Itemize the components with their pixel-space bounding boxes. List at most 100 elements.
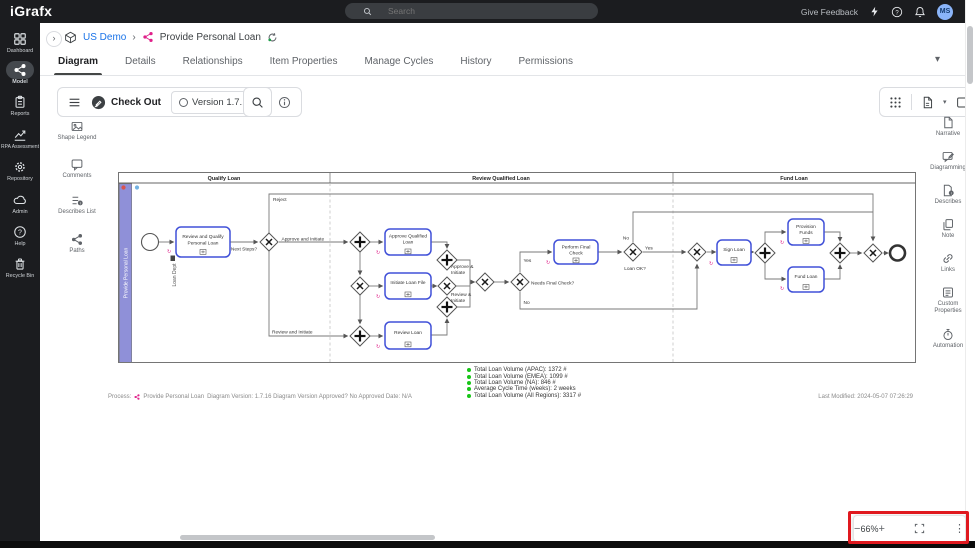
svg-text:Approve Qualified: Approve Qualified — [389, 234, 427, 240]
tab-permissions[interactable]: Permissions — [519, 50, 573, 76]
user-avatar[interactable]: MS — [937, 4, 953, 20]
tab-diagram[interactable]: Diagram — [58, 50, 98, 76]
svg-text:Funds: Funds — [799, 230, 813, 236]
resource-icon: ↻ — [376, 250, 380, 256]
lane-provide-personal-loan[interactable]: Provide Personal Loan — [119, 184, 132, 362]
diagram-search-button[interactable] — [243, 87, 272, 117]
subprocess-marker — [731, 258, 737, 263]
breadcrumb-root[interactable]: US Demo — [83, 32, 126, 43]
svg-text:Review and Initiate: Review and Initiate — [272, 330, 313, 336]
grid-view-icon[interactable] — [889, 96, 902, 109]
subprocess-marker — [405, 292, 411, 297]
rail-item-shape-legend[interactable]: Shape Legend — [55, 120, 99, 142]
fit-screen-icon[interactable] — [914, 523, 925, 534]
menu-icon[interactable] — [68, 96, 81, 109]
search-input[interactable] — [386, 5, 590, 17]
resource-icon: ↻ — [780, 240, 784, 246]
rail-item-note[interactable]: Note — [926, 218, 970, 240]
sidebar-item-repository[interactable]: Repository — [0, 160, 40, 182]
sidebar-item-admin[interactable]: Admin — [0, 193, 40, 215]
export-document-icon[interactable] — [921, 96, 934, 109]
info-icon[interactable] — [278, 96, 291, 109]
svg-text:Fund Loan: Fund Loan — [795, 274, 818, 280]
end-event[interactable] — [890, 246, 905, 261]
zoom-controls: − 66% + ⋮ — [853, 515, 966, 542]
describes-list-icon: i — [70, 194, 84, 207]
subprocess-marker — [573, 258, 579, 263]
sidebar-item-model[interactable]: Model — [0, 63, 40, 85]
paths-icon — [70, 233, 84, 246]
bell-icon[interactable] — [914, 6, 926, 18]
rail-item-custom-properties[interactable]: Custom Properties — [926, 286, 970, 315]
svg-text:Review Loan: Review Loan — [394, 330, 422, 336]
rpa-assessment-icon — [13, 128, 27, 142]
give-feedback-link[interactable]: Give Feedback — [801, 7, 858, 17]
horizontal-scrollbar[interactable] — [180, 535, 435, 540]
svg-text:No: No — [524, 300, 530, 306]
breadcrumb-current: Provide Personal Loan — [160, 32, 261, 43]
view-toolbar: ▾ — [879, 87, 975, 117]
vertical-scrollbar[interactable] — [967, 26, 973, 84]
resource-icon: ↻ — [780, 286, 784, 292]
shape-legend-icon — [70, 120, 84, 133]
lane-flag-icon — [121, 185, 125, 189]
rail-item-describes[interactable]: i Describes — [926, 184, 970, 206]
subprocess-marker — [803, 239, 809, 244]
sidebar-item-dashboard[interactable]: Dashboard — [0, 32, 40, 54]
svg-text:Loan OK?: Loan OK? — [624, 266, 646, 272]
tab-bar: Diagram Details Relationships Item Prope… — [58, 50, 573, 76]
svg-text:Yes: Yes — [524, 258, 532, 264]
svg-text:Approve &: Approve & — [451, 264, 474, 270]
collapse-panel-button[interactable]: › — [46, 31, 62, 47]
gear-icon — [13, 160, 27, 174]
diagram-canvas[interactable]: Qualify Loan Review Qualified Loan Fund … — [118, 172, 916, 368]
tab-manage-cycles[interactable]: Manage Cycles — [364, 50, 433, 76]
start-event[interactable] — [142, 234, 159, 251]
svg-text:Next Steps?: Next Steps? — [231, 247, 257, 253]
tabs-overflow-chevron[interactable]: ▾ — [935, 54, 940, 65]
chevron-down-icon[interactable]: ▾ — [943, 98, 947, 106]
status-dot-icon — [467, 387, 471, 391]
zoom-level[interactable]: 66% — [860, 524, 878, 534]
tab-history[interactable]: History — [460, 50, 491, 76]
rail-item-automation[interactable]: Automation — [926, 328, 970, 350]
process-share-icon — [142, 31, 154, 43]
sidebar-item-reports[interactable]: Reports — [0, 95, 40, 117]
sidebar-item-rpa-assessment[interactable]: RPA Assessment — [0, 128, 40, 150]
tab-relationships[interactable]: Relationships — [183, 50, 243, 76]
dashboard-icon — [13, 32, 27, 46]
sidebar-item-recycle-bin[interactable]: Recycle Bin — [0, 257, 40, 279]
tab-details[interactable]: Details — [125, 50, 156, 76]
check-out-button[interactable]: Check Out — [91, 95, 161, 110]
rail-item-comments[interactable]: Comments — [55, 158, 99, 180]
lightning-icon[interactable] — [869, 6, 880, 17]
rail-item-describes-list[interactable]: i Describes List — [55, 194, 99, 216]
diagramming-icon — [941, 150, 955, 163]
rail-item-paths[interactable]: Paths — [55, 233, 99, 255]
rail-item-links[interactable]: Links — [926, 252, 970, 274]
rail-item-narrative[interactable]: Narrative — [926, 116, 970, 138]
search-icon — [251, 96, 264, 109]
zoom-in-button[interactable]: + — [878, 523, 884, 535]
zoom-menu-kebab[interactable]: ⋮ — [954, 522, 965, 535]
subprocess-marker — [803, 285, 809, 290]
svg-text:Initiate: Initiate — [451, 298, 465, 304]
svg-text:Yes: Yes — [645, 246, 653, 252]
comments-icon — [70, 158, 84, 171]
help-icon[interactable]: ? — [891, 6, 903, 18]
check-out-icon — [91, 95, 106, 110]
version-status-icon — [179, 98, 188, 107]
rail-item-diagramming[interactable]: Diagramming — [926, 150, 970, 172]
search-icon — [363, 7, 372, 16]
tab-item-properties[interactable]: Item Properties — [270, 50, 338, 76]
global-search[interactable] — [345, 3, 598, 19]
sidebar-item-help[interactable]: ? Help — [0, 225, 40, 247]
svg-text:?: ? — [895, 10, 899, 16]
check-out-label: Check Out — [111, 97, 161, 108]
subprocess-marker — [405, 342, 411, 347]
toolbar-divider — [911, 94, 912, 110]
sublane-loan-dept: Loan Dept — [172, 263, 178, 287]
status-dot-icon — [467, 394, 471, 398]
resource-icon: ↻ — [546, 260, 550, 266]
cycle-status-icon[interactable] — [267, 32, 278, 43]
